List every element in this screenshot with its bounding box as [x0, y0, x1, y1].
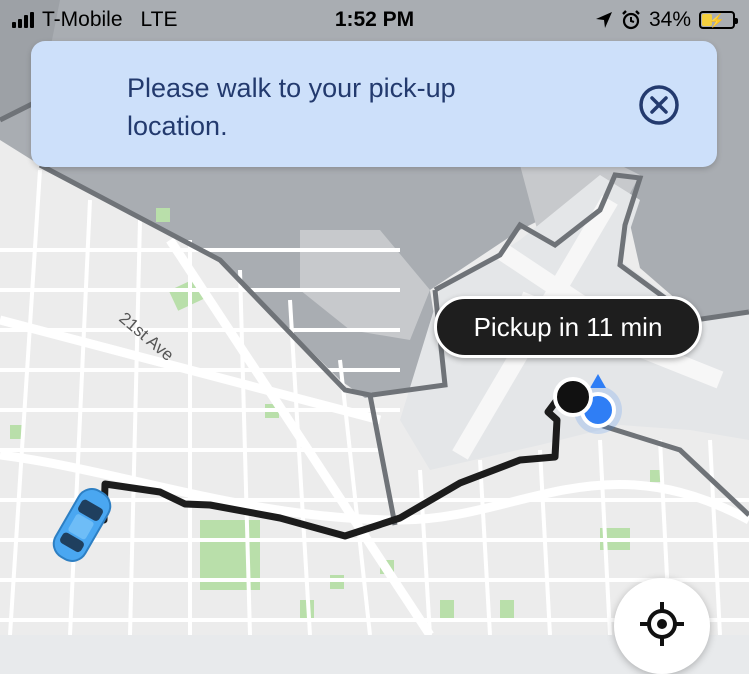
status-bar: T-Mobile LTE 1:52 PM 34% ⚡	[0, 0, 749, 40]
pickup-eta-tooltip[interactable]: Pickup in 11 min	[434, 296, 702, 358]
alarm-clock-icon	[622, 10, 640, 30]
battery-charging-icon: ⚡	[699, 11, 738, 29]
pickup-pin-icon	[553, 377, 593, 417]
battery-percent: 34%	[648, 8, 691, 31]
status-right: 34% ⚡	[595, 8, 738, 32]
close-circle-icon[interactable]	[637, 83, 681, 127]
crosshair-location-icon	[640, 602, 684, 646]
charging-bolt-icon: ⚡	[708, 12, 726, 28]
location-arrow-icon	[595, 12, 612, 28]
walk-notice-banner: Please walk to your pick-up location.	[31, 41, 717, 167]
walk-notice-message: Please walk to your pick-up location.	[127, 73, 456, 141]
recenter-button[interactable]	[614, 578, 710, 674]
